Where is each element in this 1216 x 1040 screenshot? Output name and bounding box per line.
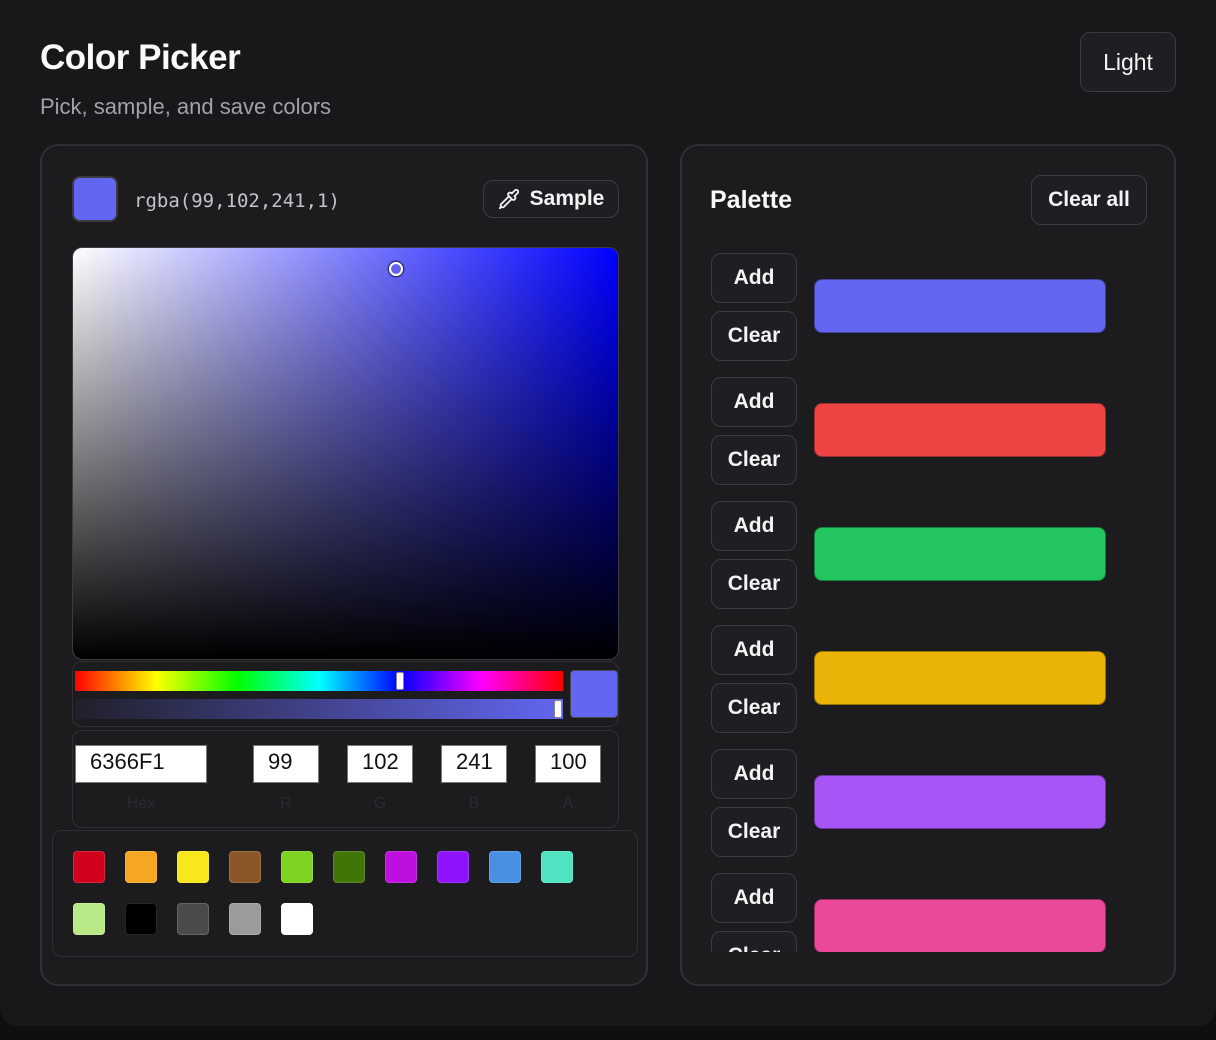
- sample-button[interactable]: Sample: [483, 180, 619, 218]
- palette-row: Add Clear: [682, 250, 1174, 374]
- alpha-slider[interactable]: [75, 699, 563, 719]
- preset-swatch[interactable]: [229, 903, 261, 935]
- preset-swatch[interactable]: [333, 851, 365, 883]
- page-subtitle: Pick, sample, and save colors: [40, 94, 332, 119]
- palette-swatch[interactable]: [814, 527, 1106, 581]
- saturation-black-layer: [73, 248, 618, 659]
- app-window: Color Picker Pick, sample, and save colo…: [0, 0, 1216, 1026]
- preset-swatch[interactable]: [125, 903, 157, 935]
- preset-swatch[interactable]: [437, 851, 469, 883]
- palette-list: Add Clear Add Clear Add Clear Add Clear Add Clear…: [682, 246, 1174, 952]
- preset-swatch[interactable]: [73, 903, 105, 935]
- theme-toggle-button[interactable]: Light: [1080, 32, 1176, 92]
- palette-add-button[interactable]: Add: [711, 873, 797, 923]
- palette-row: Add Clear: [682, 870, 1174, 952]
- alpha-label: A: [562, 795, 574, 812]
- preset-swatch[interactable]: [73, 851, 105, 883]
- palette-row: Add Clear: [682, 498, 1174, 622]
- preset-swatch[interactable]: [125, 851, 157, 883]
- preset-swatch[interactable]: [229, 851, 261, 883]
- palette-add-button[interactable]: Add: [711, 749, 797, 799]
- palette-clear-button[interactable]: Clear: [711, 807, 797, 857]
- palette-swatch[interactable]: [814, 403, 1106, 457]
- palette-title: Palette: [710, 186, 792, 214]
- palette-clear-button[interactable]: Clear: [711, 559, 797, 609]
- sample-button-label: Sample: [529, 187, 605, 210]
- palette-swatch[interactable]: [814, 899, 1106, 952]
- palette-row: Add Clear: [682, 746, 1174, 870]
- red-label: R: [280, 795, 292, 812]
- palette-swatch[interactable]: [814, 775, 1106, 829]
- blue-input[interactable]: 241: [441, 745, 507, 783]
- preset-swatch[interactable]: [177, 851, 209, 883]
- hue-slider-handle[interactable]: [395, 672, 404, 690]
- green-input[interactable]: 102: [347, 745, 413, 783]
- red-input[interactable]: 99: [253, 745, 319, 783]
- clear-all-button[interactable]: Clear all: [1031, 175, 1147, 225]
- palette-add-button[interactable]: Add: [711, 625, 797, 675]
- preset-swatch[interactable]: [541, 851, 573, 883]
- preset-swatch[interactable]: [281, 851, 313, 883]
- hue-slider[interactable]: [75, 671, 563, 691]
- palette-clear-button[interactable]: Clear: [711, 435, 797, 485]
- palette-panel: Palette Clear all Add Clear Add Clear Add Cle…: [680, 144, 1176, 986]
- preset-swatch[interactable]: [489, 851, 521, 883]
- current-color-swatch: [72, 176, 118, 222]
- palette-swatch[interactable]: [814, 651, 1106, 705]
- palette-swatch[interactable]: [814, 279, 1106, 333]
- palette-row: Add Clear: [682, 622, 1174, 746]
- color-preview-swatch: [570, 670, 618, 718]
- preset-swatch[interactable]: [385, 851, 417, 883]
- hex-label: Hex: [126, 795, 156, 812]
- palette-clear-button[interactable]: Clear: [711, 311, 797, 361]
- palette-row: Add Clear: [682, 374, 1174, 498]
- palette-add-button[interactable]: Add: [711, 253, 797, 303]
- palette-clear-button[interactable]: Clear: [711, 931, 797, 952]
- hex-input[interactable]: 6366F1: [75, 745, 207, 783]
- color-fields: 6366F1 99 102 241 100 Hex R G B A: [72, 730, 619, 828]
- palette-add-button[interactable]: Add: [711, 377, 797, 427]
- saturation-handle[interactable]: [388, 261, 403, 276]
- eyedropper-icon: [498, 188, 520, 210]
- alpha-slider-handle[interactable]: [554, 700, 563, 718]
- slider-area: [72, 661, 619, 727]
- preset-swatches: [52, 830, 638, 957]
- palette-clear-button[interactable]: Clear: [711, 683, 797, 733]
- saturation-value-area[interactable]: [72, 247, 619, 660]
- palette-add-button[interactable]: Add: [711, 501, 797, 551]
- picker-panel: rgba(99,102,241,1) Sample 6366F1 99 102 …: [40, 144, 648, 986]
- green-label: G: [373, 795, 387, 812]
- page-title: Color Picker: [40, 38, 241, 77]
- alpha-input[interactable]: 100: [535, 745, 601, 783]
- rgba-value-text: rgba(99,102,241,1): [134, 190, 340, 212]
- preset-swatch[interactable]: [177, 903, 209, 935]
- blue-label: B: [468, 795, 480, 812]
- preset-swatch[interactable]: [281, 903, 313, 935]
